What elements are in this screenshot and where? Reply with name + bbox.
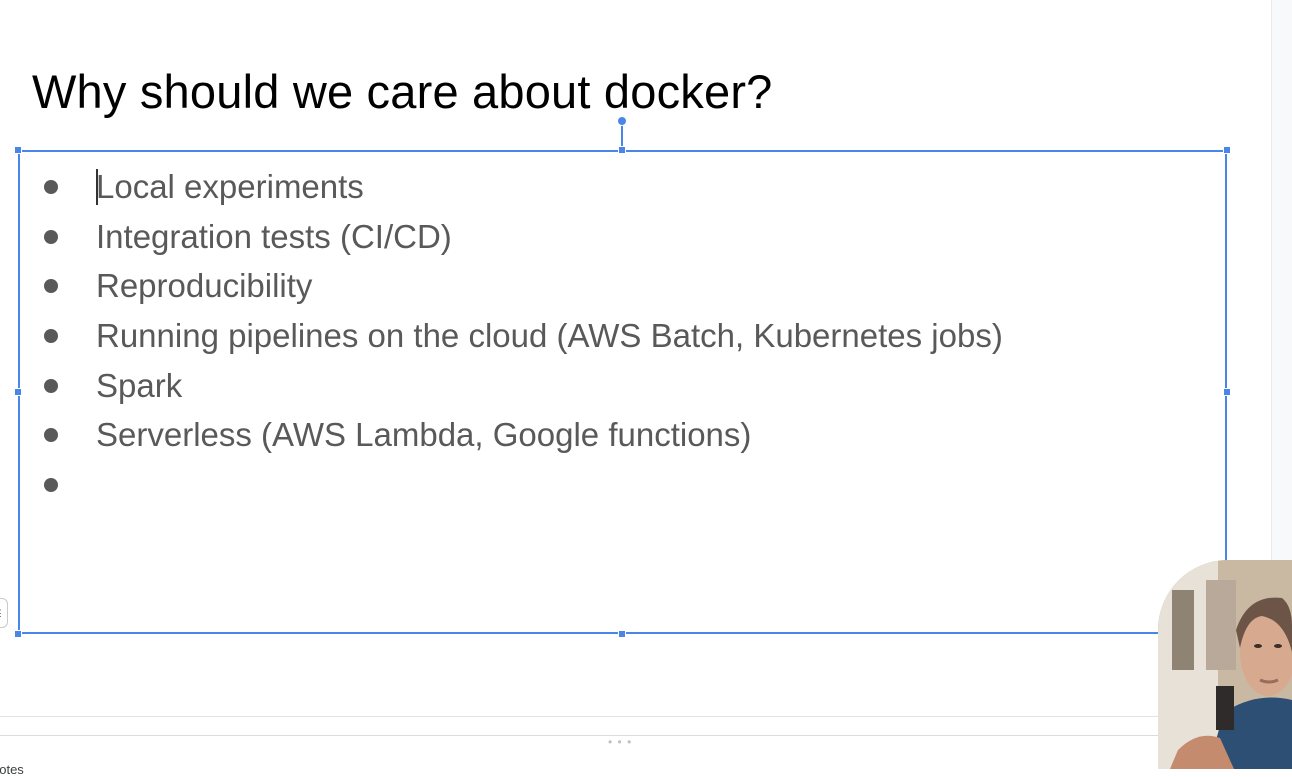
webcam-overlay bbox=[1158, 560, 1292, 769]
bullet-text[interactable]: Spark bbox=[96, 367, 182, 405]
list-item[interactable]: Spark bbox=[44, 361, 1003, 411]
resize-handle-middle-right[interactable] bbox=[1223, 388, 1231, 396]
bullet-text[interactable]: Running pipelines on the cloud (AWS Batc… bbox=[96, 317, 1003, 355]
slide-canvas[interactable]: Why should we care about docker? Local e… bbox=[0, 0, 1271, 717]
bullet-dot-icon bbox=[44, 279, 58, 294]
resize-handle-bottom-center[interactable] bbox=[618, 630, 626, 638]
bullet-dot-icon bbox=[44, 179, 58, 194]
list-item[interactable]: Local experiments bbox=[44, 162, 1003, 212]
bullet-dot-icon bbox=[44, 477, 58, 492]
resize-handle-top-right[interactable] bbox=[1223, 146, 1231, 154]
speaker-notes-bar[interactable]: • • • notes bbox=[0, 735, 1292, 777]
list-item[interactable]: Reproducibility bbox=[44, 261, 1003, 311]
resize-handle-top-left[interactable] bbox=[14, 146, 22, 154]
bullet-text[interactable]: Integration tests (CI/CD) bbox=[96, 218, 452, 256]
list-item[interactable]: Integration tests (CI/CD) bbox=[44, 212, 1003, 262]
list-item[interactable]: Serverless (AWS Lambda, Google functions… bbox=[44, 410, 1003, 460]
list-item[interactable]: Running pipelines on the cloud (AWS Batc… bbox=[44, 311, 1003, 361]
bullet-text[interactable]: Reproducibility bbox=[96, 267, 312, 305]
bullet-dot-icon bbox=[44, 229, 58, 244]
presenter-video-image bbox=[1158, 560, 1292, 769]
resize-handle-bottom-left[interactable] bbox=[14, 630, 22, 638]
drag-grip-icon[interactable]: • • • bbox=[608, 736, 632, 748]
rotate-handle-icon[interactable] bbox=[617, 116, 627, 126]
bullet-text[interactable]: Serverless (AWS Lambda, Google functions… bbox=[96, 416, 751, 454]
resize-handle-top-center[interactable] bbox=[618, 146, 626, 154]
bullet-list[interactable]: Local experiments Integration tests (CI/… bbox=[44, 162, 1003, 510]
side-panel-toggle-icon[interactable]: ⋮ bbox=[0, 598, 8, 628]
speaker-notes-label[interactable]: notes bbox=[0, 762, 24, 777]
bullet-dot-icon bbox=[44, 428, 58, 443]
list-item[interactable] bbox=[44, 460, 1003, 510]
bullet-dot-icon bbox=[44, 328, 58, 343]
bullet-dot-icon bbox=[44, 378, 58, 393]
resize-handle-middle-left[interactable] bbox=[14, 388, 22, 396]
bullet-text[interactable]: Local experiments bbox=[96, 168, 364, 206]
slide-title[interactable]: Why should we care about docker? bbox=[32, 64, 773, 119]
